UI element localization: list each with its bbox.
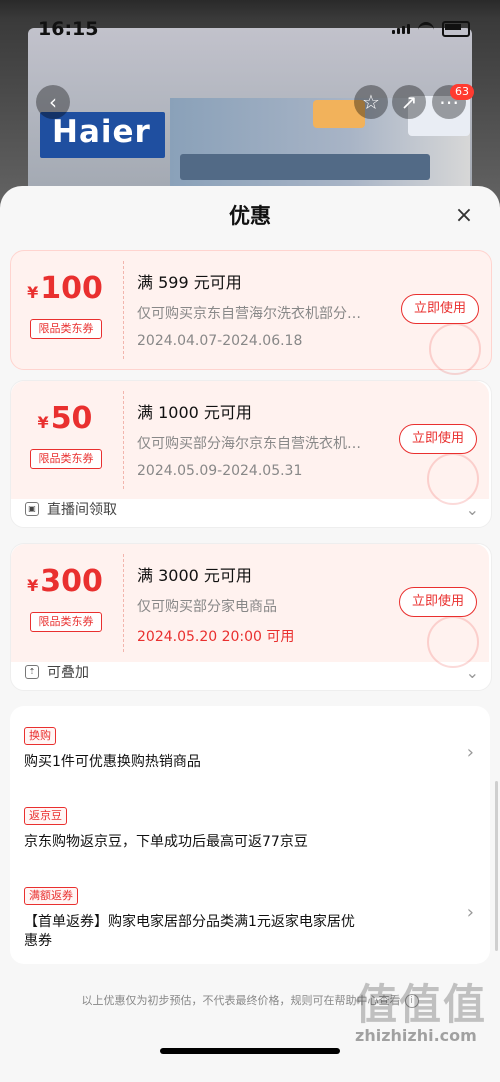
coupon-scope: 仅可购买京东自营海尔洗衣机部分… <box>137 306 361 322</box>
back-button[interactable]: ‹ <box>36 85 70 119</box>
disclaimer-text: 以上优惠仅为初步预估，不代表最终价格，规则可在帮助中心查看 <box>81 994 401 1007</box>
currency-symbol: ¥ <box>37 413 49 432</box>
amount-value: 100 <box>40 271 103 306</box>
coupon-date: 2024.05.20 20:00 可用 <box>137 629 295 645</box>
watermark-logo: 值值值 <box>355 980 488 1029</box>
benefit-item[interactable]: 换购 购买1件可优惠换购热销商品 › <box>24 724 474 772</box>
currency-symbol: ¥ <box>27 283 39 302</box>
promotions-sheet: 优惠 × ¥100 限品类东券 满 599 元可用 仅可购买京东自营海尔洗衣机部… <box>0 186 500 1082</box>
coupon-footer-label: 可叠加 <box>47 665 89 681</box>
watermark-site: zhizhizhi.com <box>355 1026 477 1045</box>
wifi-icon <box>418 21 434 37</box>
hero-band <box>180 154 430 180</box>
chevron-right-icon: › <box>466 742 474 763</box>
benefit-item: 返京豆 京东购物返京豆，下单成功后最高可返77京豆 <box>24 804 472 852</box>
use-now-button[interactable]: 立即使用 <box>399 424 477 454</box>
coupon-condition: 满 3000 元可用 <box>137 566 252 585</box>
signal-icon <box>392 24 410 34</box>
coupon-amount: ¥300 <box>11 564 119 599</box>
coupon-footer[interactable]: ⇡ 可叠加 ⌄ <box>25 662 479 682</box>
claimed-stamp <box>429 323 481 375</box>
status-icons <box>392 21 470 37</box>
status-bar: 16:15 <box>0 0 500 48</box>
benefit-text: 【首单返券】购家电家居部分品类满1元返家电家居优惠券 <box>24 914 355 949</box>
coupon-condition: 满 599 元可用 <box>137 273 242 292</box>
coupon-type-tag: 限品类东券 <box>30 319 102 339</box>
status-time: 16:15 <box>38 18 99 40</box>
coupon-info: 满 599 元可用 仅可购买京东自营海尔洗衣机部分… 2024.04.07-20… <box>137 269 407 349</box>
coupon-scope: 仅可购买部分家电商品 <box>137 599 277 615</box>
coupon-type-tag: 限品类东券 <box>30 612 102 632</box>
scrollbar[interactable] <box>495 781 498 951</box>
coupon-type-tag: 限品类东券 <box>30 449 102 469</box>
amount-value: 50 <box>50 401 93 436</box>
coupon-left: ¥50 限品类东券 <box>11 381 119 499</box>
favorite-button[interactable]: ☆ <box>354 85 388 119</box>
benefit-item[interactable]: 满额返券 【首单返券】购家电家居部分品类满1元返家电家居优惠券 › <box>24 884 474 951</box>
coupon-left: ¥300 限品类东券 <box>11 544 119 662</box>
use-now-button[interactable]: 立即使用 <box>401 294 479 324</box>
benefits-card: 换购 购买1件可优惠换购热销商品 › 返京豆 京东购物返京豆，下单成功后最高可返… <box>10 706 490 964</box>
claimed-stamp <box>427 616 479 668</box>
share-button[interactable]: ↗ <box>392 85 426 119</box>
coupon-info: 满 1000 元可用 仅可购买部分海尔京东自营洗衣机… 2024.05.09-2… <box>137 399 407 479</box>
stack-icon: ⇡ <box>25 665 39 679</box>
claimed-stamp <box>427 453 479 505</box>
coupon-info: 满 3000 元可用 仅可购买部分家电商品 2024.05.20 20:00 可… <box>137 562 407 646</box>
coupon-amount: ¥100 <box>11 271 119 306</box>
star-icon: ☆ <box>362 90 380 114</box>
message-count-badge: 63 <box>450 84 474 100</box>
coupon-footer-label: 直播间领取 <box>47 502 117 518</box>
live-room-icon: ▣ <box>25 502 39 516</box>
benefit-tag: 换购 <box>24 727 56 745</box>
benefit-tag: 满额返券 <box>24 887 78 905</box>
home-indicator <box>160 1048 340 1054</box>
coupon-date: 2024.04.07-2024.06.18 <box>137 333 303 349</box>
benefit-tag: 返京豆 <box>24 807 67 825</box>
battery-icon <box>442 21 470 37</box>
coupon-left: ¥100 限品类东券 <box>11 251 119 369</box>
coupon-scope: 仅可购买部分海尔京东自营洗衣机… <box>137 436 361 452</box>
close-button[interactable]: × <box>452 204 476 228</box>
coupon-card: ¥300 限品类东券 满 3000 元可用 仅可购买部分家电商品 2024.05… <box>10 543 492 691</box>
share-icon: ↗ <box>400 90 418 114</box>
benefit-text: 购买1件可优惠换购热销商品 <box>24 754 201 770</box>
close-icon: × <box>454 203 474 228</box>
coupon-divider <box>123 554 124 652</box>
chevron-down-icon: ⌄ <box>465 662 479 682</box>
coupon-card: ¥100 限品类东券 满 599 元可用 仅可购买京东自营海尔洗衣机部分… 20… <box>10 250 492 375</box>
sheet-title: 优惠 <box>229 204 271 228</box>
watermark: 值值值 zhizhizhi.com <box>355 971 495 1045</box>
coupon-amount: ¥50 <box>11 401 119 436</box>
currency-symbol: ¥ <box>27 576 39 595</box>
coupon-footer[interactable]: ▣ 直播间领取 ⌄ <box>25 499 479 519</box>
amount-value: 300 <box>40 564 103 599</box>
chevron-right-icon: › <box>466 902 474 923</box>
coupon-body: ¥50 限品类东券 满 1000 元可用 仅可购买部分海尔京东自营洗衣机… 20… <box>11 381 489 505</box>
chevron-down-icon: ⌄ <box>465 499 479 519</box>
brand-logo-text: Haier <box>52 114 151 150</box>
benefit-text: 京东购物返京豆，下单成功后最高可返77京豆 <box>24 834 308 850</box>
coupon-divider <box>123 391 124 489</box>
coupon-condition: 满 1000 元可用 <box>137 403 252 422</box>
coupon-divider <box>123 261 124 359</box>
coupon-body: ¥300 限品类东券 满 3000 元可用 仅可购买部分家电商品 2024.05… <box>11 544 489 668</box>
use-now-button[interactable]: 立即使用 <box>399 587 477 617</box>
coupon-card: ¥50 限品类东券 满 1000 元可用 仅可购买部分海尔京东自营洗衣机… 20… <box>10 380 492 528</box>
coupon-date: 2024.05.09-2024.05.31 <box>137 463 303 479</box>
chevron-left-icon: ‹ <box>49 90 57 114</box>
